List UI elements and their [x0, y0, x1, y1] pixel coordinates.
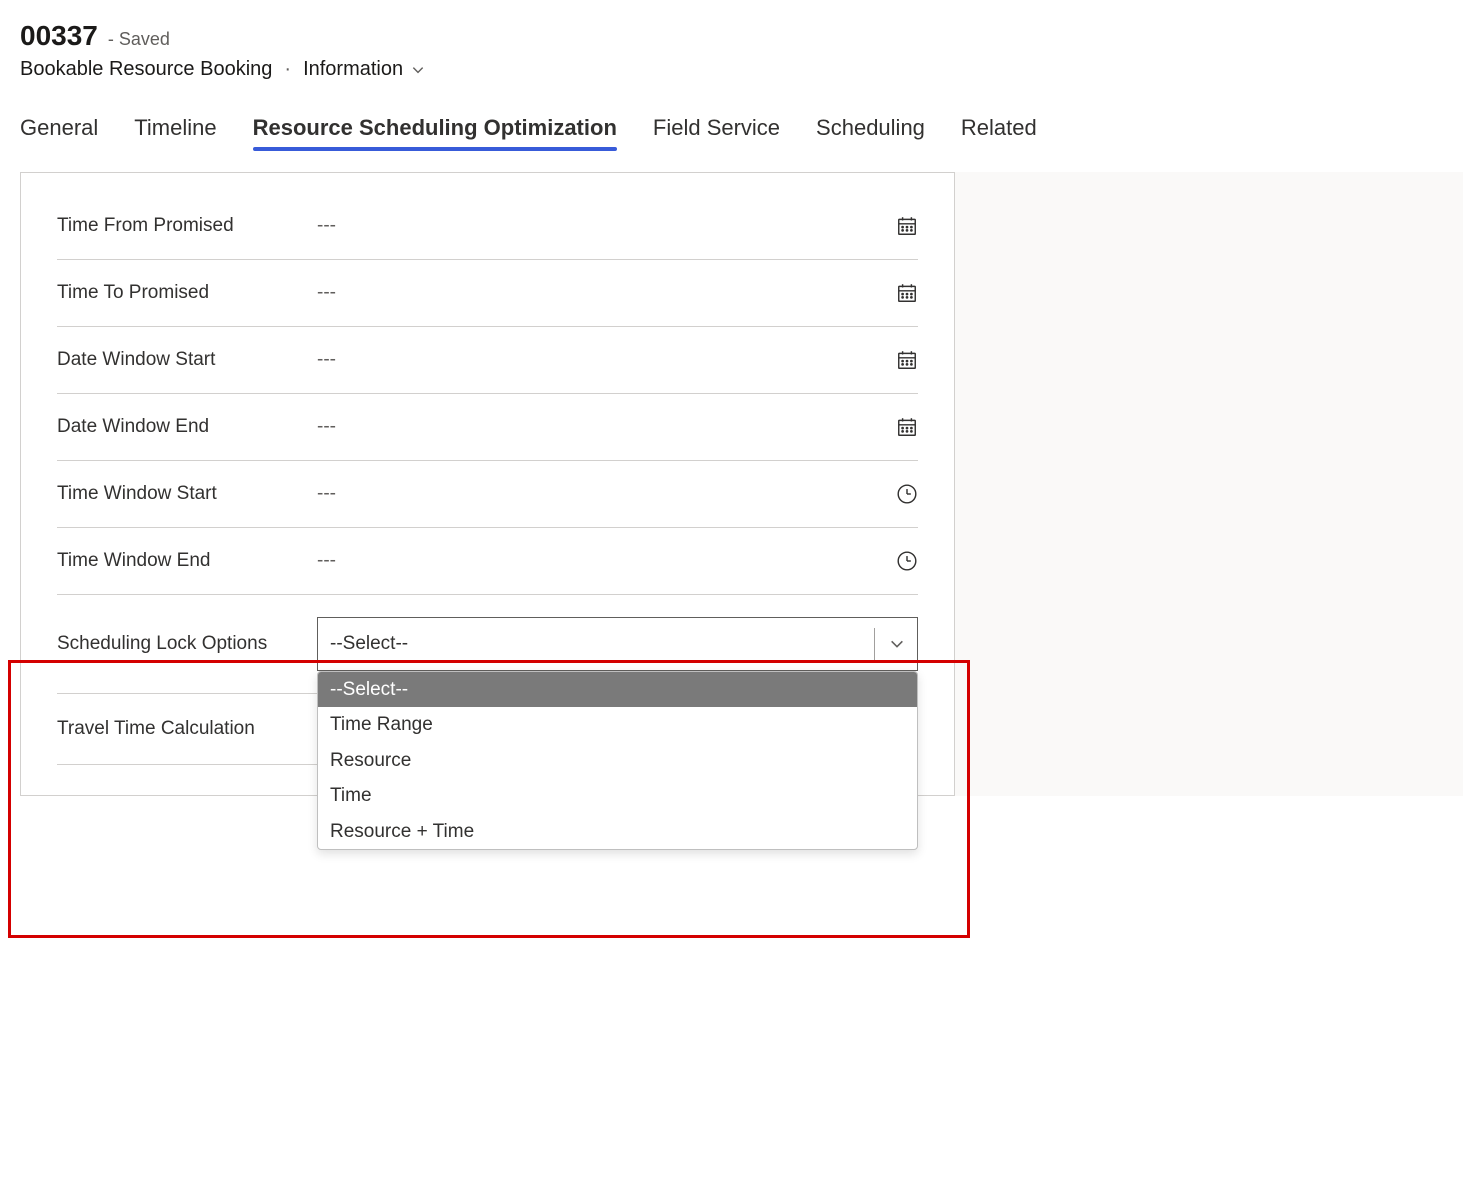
- field-date-window-end[interactable]: Date Window End ---: [57, 394, 918, 461]
- field-value-text: ---: [317, 215, 1226, 237]
- field-time-from-promised[interactable]: Time From Promised ---: [57, 193, 918, 260]
- calendar-icon[interactable]: [896, 349, 918, 371]
- select-placeholder: --Select--: [330, 633, 408, 655]
- field-value-text: ---: [317, 483, 896, 505]
- field-label: Time To Promised: [57, 282, 317, 304]
- subheader-separator: ·: [278, 58, 297, 81]
- saved-status: - Saved: [108, 29, 170, 50]
- dropdown-option-time-range[interactable]: Time Range: [318, 707, 917, 742]
- tab-related[interactable]: Related: [961, 109, 1037, 151]
- calendar-icon[interactable]: [896, 215, 918, 237]
- tab-general[interactable]: General: [20, 109, 98, 151]
- clock-icon[interactable]: [896, 483, 918, 505]
- field-label: Date Window Start: [57, 349, 317, 371]
- dropdown-option-resource-time[interactable]: Resource + Time: [318, 814, 917, 849]
- field-value-wrapper: ---: [317, 550, 918, 572]
- record-title: 00337: [20, 20, 98, 52]
- tab-resource-scheduling-optimization[interactable]: Resource Scheduling Optimization: [253, 109, 617, 151]
- field-label: Date Window End: [57, 416, 317, 438]
- field-value-wrapper: ---: [317, 416, 918, 438]
- field-time-window-start[interactable]: Time Window Start ---: [57, 461, 918, 528]
- dropdown-option-time[interactable]: Time: [318, 778, 917, 813]
- select-box[interactable]: --Select--: [317, 617, 918, 671]
- tab-list: General Timeline Resource Scheduling Opt…: [20, 109, 1463, 152]
- dropdown-option-select[interactable]: --Select--: [318, 672, 917, 707]
- field-value-wrapper: ---: [317, 282, 918, 304]
- field-label: Time Window Start: [57, 483, 317, 505]
- calendar-icon[interactable]: [896, 282, 918, 304]
- field-label: Time From Promised: [57, 215, 317, 237]
- field-value-text: ---: [317, 282, 1226, 304]
- record-header: 00337 - Saved: [20, 20, 1463, 52]
- field-label: Travel Time Calculation: [57, 716, 317, 742]
- form-name: Information: [303, 58, 403, 81]
- field-label: Time Window End: [57, 550, 317, 572]
- field-value-text: ---: [317, 416, 896, 438]
- select-wrapper: --Select-- --Select-- Time Range Resourc…: [317, 617, 918, 671]
- record-subheader: Bookable Resource Booking · Information: [20, 58, 1463, 81]
- field-value-text: ---: [317, 349, 896, 371]
- tab-scheduling[interactable]: Scheduling: [816, 109, 925, 151]
- field-value-wrapper: ---: [317, 483, 918, 505]
- field-time-to-promised[interactable]: Time To Promised ---: [57, 260, 918, 327]
- page-root: 00337 - Saved Bookable Resource Booking …: [0, 0, 1483, 816]
- select-divider: [874, 628, 875, 660]
- field-value-wrapper: ---: [317, 215, 918, 237]
- entity-name: Bookable Resource Booking: [20, 58, 272, 81]
- field-label: Scheduling Lock Options: [57, 631, 317, 657]
- form-panel: Time From Promised --- Time To Promised: [20, 172, 955, 796]
- field-scheduling-lock-options[interactable]: Scheduling Lock Options --Select-- --Sel…: [57, 595, 918, 694]
- chevron-down-icon: [889, 636, 905, 652]
- calendar-icon[interactable]: [896, 416, 918, 438]
- field-value-wrapper: ---: [317, 349, 918, 371]
- form-selector[interactable]: Information: [303, 58, 425, 81]
- field-date-window-start[interactable]: Date Window Start ---: [57, 327, 918, 394]
- dropdown-option-resource[interactable]: Resource: [318, 743, 917, 778]
- tab-field-service[interactable]: Field Service: [653, 109, 780, 151]
- clock-icon[interactable]: [896, 550, 918, 572]
- dropdown-list: --Select-- Time Range Resource Time Reso…: [317, 671, 918, 850]
- field-time-window-end[interactable]: Time Window End ---: [57, 528, 918, 595]
- tab-timeline[interactable]: Timeline: [134, 109, 216, 151]
- content-area: Time From Promised --- Time To Promised: [20, 172, 1463, 796]
- chevron-down-icon: [411, 63, 425, 77]
- field-value-text: ---: [317, 550, 896, 572]
